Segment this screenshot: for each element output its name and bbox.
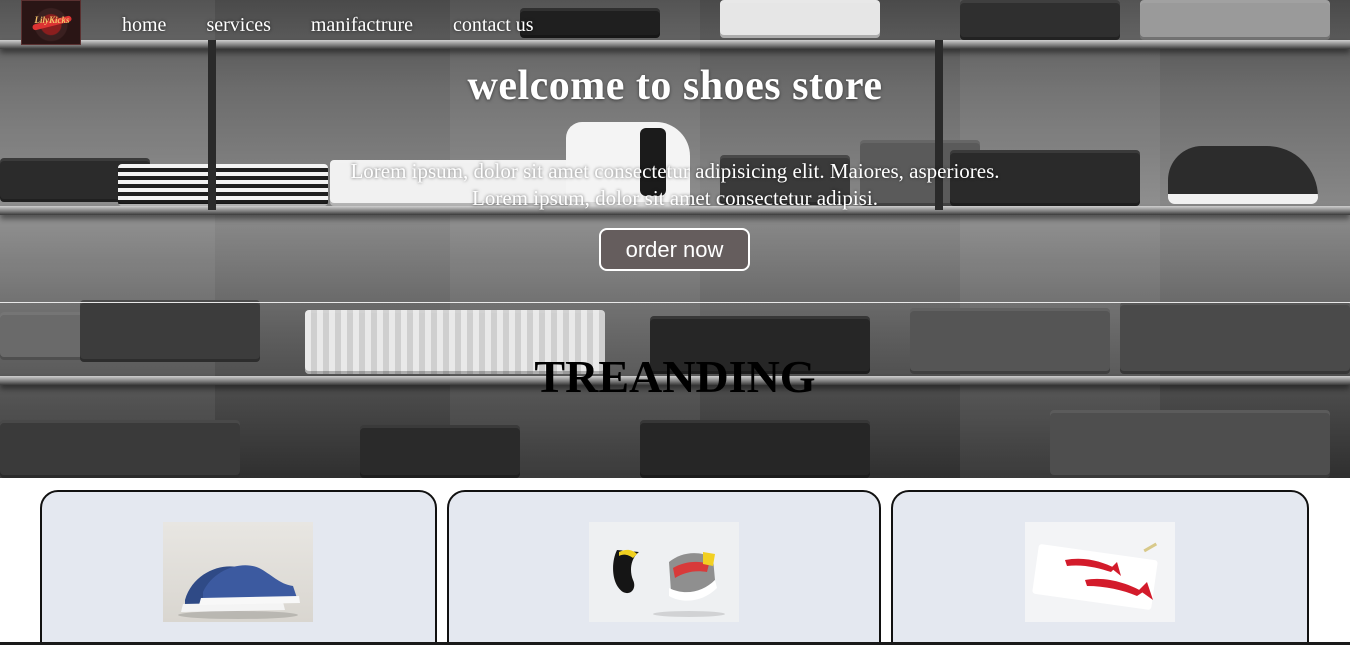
order-now-button[interactable]: order now [599, 228, 750, 271]
nav-link-manufacture[interactable]: manifactrure [311, 13, 413, 37]
sneaker-icon [1168, 146, 1318, 204]
hero-description: Lorem ipsum, dolor sit amet consectetur … [295, 158, 1055, 212]
red-high-heels-icon [1025, 522, 1175, 622]
logo-text: LilyKicks [34, 15, 70, 25]
product-card[interactable] [447, 490, 881, 645]
trending-heading: TREANDING [534, 351, 816, 402]
section-divider [0, 302, 1350, 303]
floating-running-shoes-icon [589, 522, 739, 622]
hero-description-line2: Lorem ipsum, dolor sit amet consectetur … [472, 186, 878, 210]
product-card[interactable] [40, 490, 437, 645]
main-nav: home services manifactrure contact us [122, 13, 574, 37]
nav-link-services[interactable]: services [206, 13, 270, 37]
blue-canvas-sneakers-icon [163, 522, 313, 622]
nav-link-home[interactable]: home [122, 13, 166, 37]
store-logo[interactable]: LilyKicks [21, 0, 81, 45]
nav-link-contact[interactable]: contact us [453, 13, 534, 37]
hero-title: welcome to shoes store [467, 63, 883, 109]
hero-description-line1: Lorem ipsum, dolor sit amet consectetur … [350, 159, 1000, 183]
product-card[interactable] [891, 490, 1309, 645]
